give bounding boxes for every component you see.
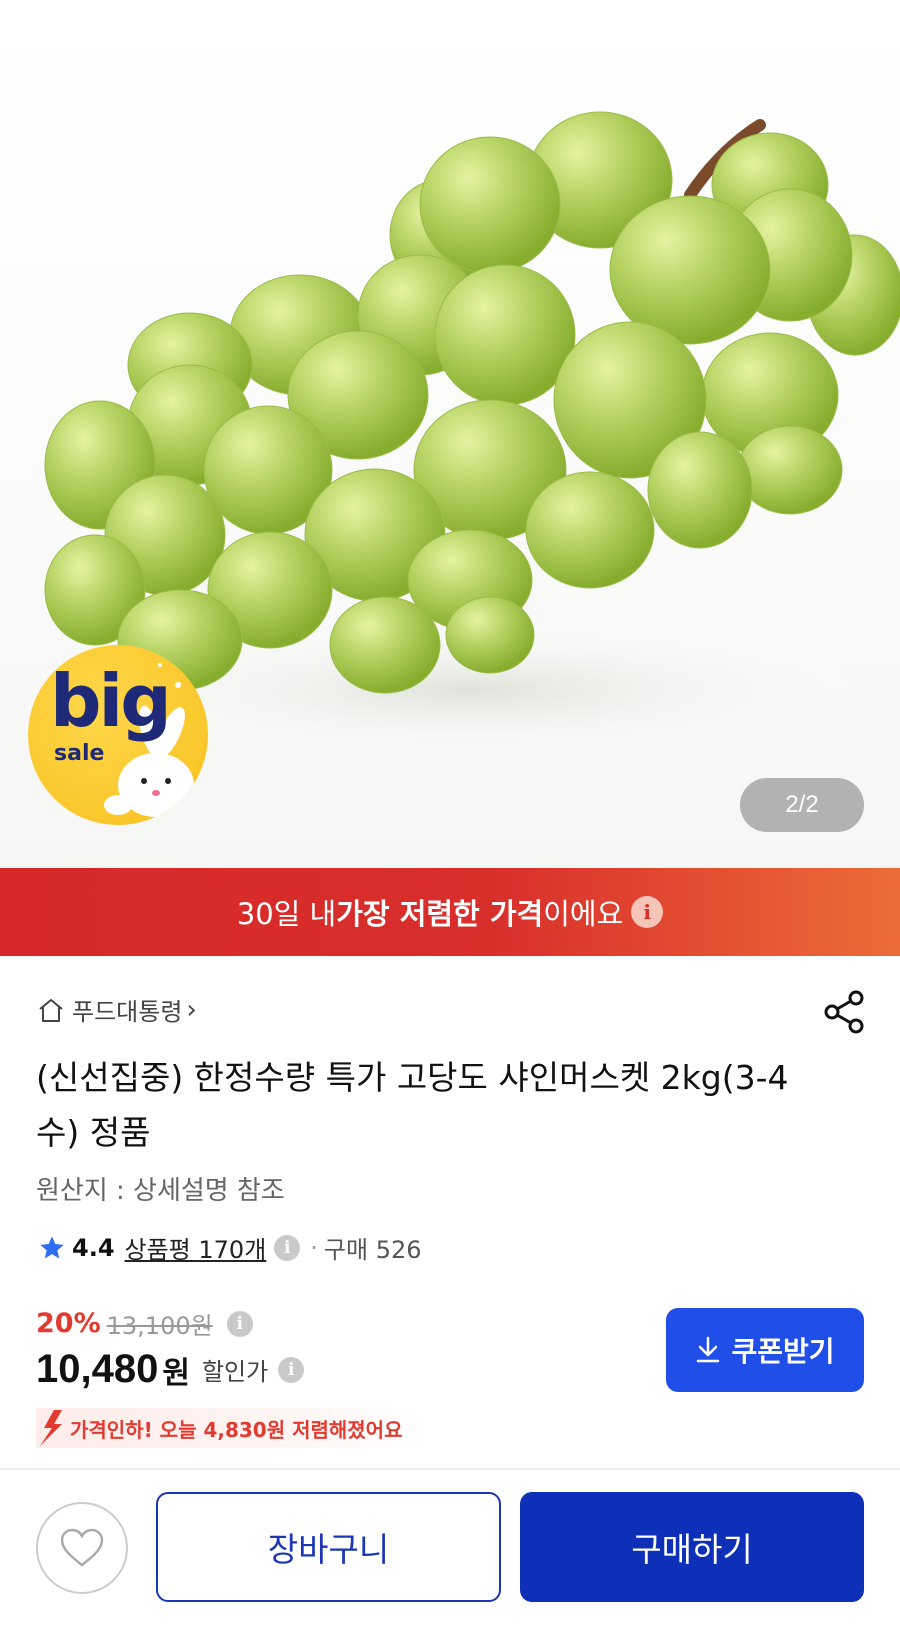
review-info-icon[interactable]: i xyxy=(274,1234,301,1261)
discount-row: 20% 13,100원 i xyxy=(36,1306,253,1341)
separator-dot: · xyxy=(310,1233,318,1262)
currency-unit: 원 xyxy=(162,1355,190,1391)
share-icon[interactable] xyxy=(820,988,868,1036)
purchase-count: 구매 526 xyxy=(323,1236,422,1264)
wishlist-button[interactable] xyxy=(36,1502,128,1594)
heart-icon xyxy=(60,1528,104,1567)
info-icon[interactable]: i xyxy=(631,896,664,928)
big-sale-badge: big sale xyxy=(28,645,208,825)
add-to-cart-button[interactable]: 장바구니 xyxy=(156,1492,501,1602)
banner-prefix: 30일 내 xyxy=(236,897,337,931)
review-count-link[interactable]: 상품평 170개 xyxy=(125,1230,267,1265)
badge-sale-text: sale xyxy=(54,741,105,766)
store-link[interactable]: 푸드대통령 › xyxy=(36,992,197,1027)
coupon-label: 쿠폰받기 xyxy=(731,1335,835,1368)
product-origin: 원산지 : 상세설명 참조 xyxy=(36,1176,285,1206)
product-title: (신선집중) 한정수량 특가 고당도 샤인머스켓 2kg(3-4수) 정품 xyxy=(36,1058,789,1152)
price-info-icon[interactable]: i xyxy=(226,1310,253,1337)
home-icon xyxy=(39,998,63,1022)
chevron-right-icon: › xyxy=(186,994,197,1025)
sale-price-label: 할인가 xyxy=(201,1358,269,1386)
download-icon xyxy=(697,1336,720,1363)
price-drop-text: 가격인하! 오늘 4,830원 저렴해졌어요 xyxy=(70,1417,403,1442)
buy-now-button[interactable]: 구매하기 xyxy=(520,1492,864,1602)
banner-suffix: 이에요 xyxy=(543,897,624,931)
sale-price: 10,480 xyxy=(36,1347,159,1391)
coupon-button[interactable]: 쿠폰받기 xyxy=(666,1308,864,1392)
bottom-action-bar: 장바구니 구매하기 xyxy=(0,1468,900,1639)
badge-big-text: big xyxy=(50,659,172,743)
original-price: 13,100원 xyxy=(106,1312,213,1340)
product-image-gallery[interactable]: big sale 2/2 xyxy=(0,0,900,868)
rating-row: 4.4 상품평 170개 i · 구매 526 xyxy=(38,1230,422,1265)
price-drop-notice: 가격인하! 오늘 4,830원 저렴해졌어요 xyxy=(36,1408,423,1448)
image-pager-indicator: 2/2 xyxy=(740,778,864,832)
rating-score: 4.4 xyxy=(72,1233,115,1262)
banner-highlight: 가장 저렴한 가격 xyxy=(336,897,544,931)
sale-info-icon[interactable]: i xyxy=(278,1356,305,1383)
sale-price-row: 10,480 원 할인가 i xyxy=(36,1347,305,1392)
price-down-arrow-icon xyxy=(40,1410,62,1446)
store-name: 푸드대통령 xyxy=(72,998,183,1026)
star-icon xyxy=(40,1235,64,1258)
lowest-price-banner[interactable]: 30일 내 가장 저렴한 가격 이에요 i xyxy=(0,868,900,956)
discount-rate: 20% xyxy=(36,1308,101,1339)
